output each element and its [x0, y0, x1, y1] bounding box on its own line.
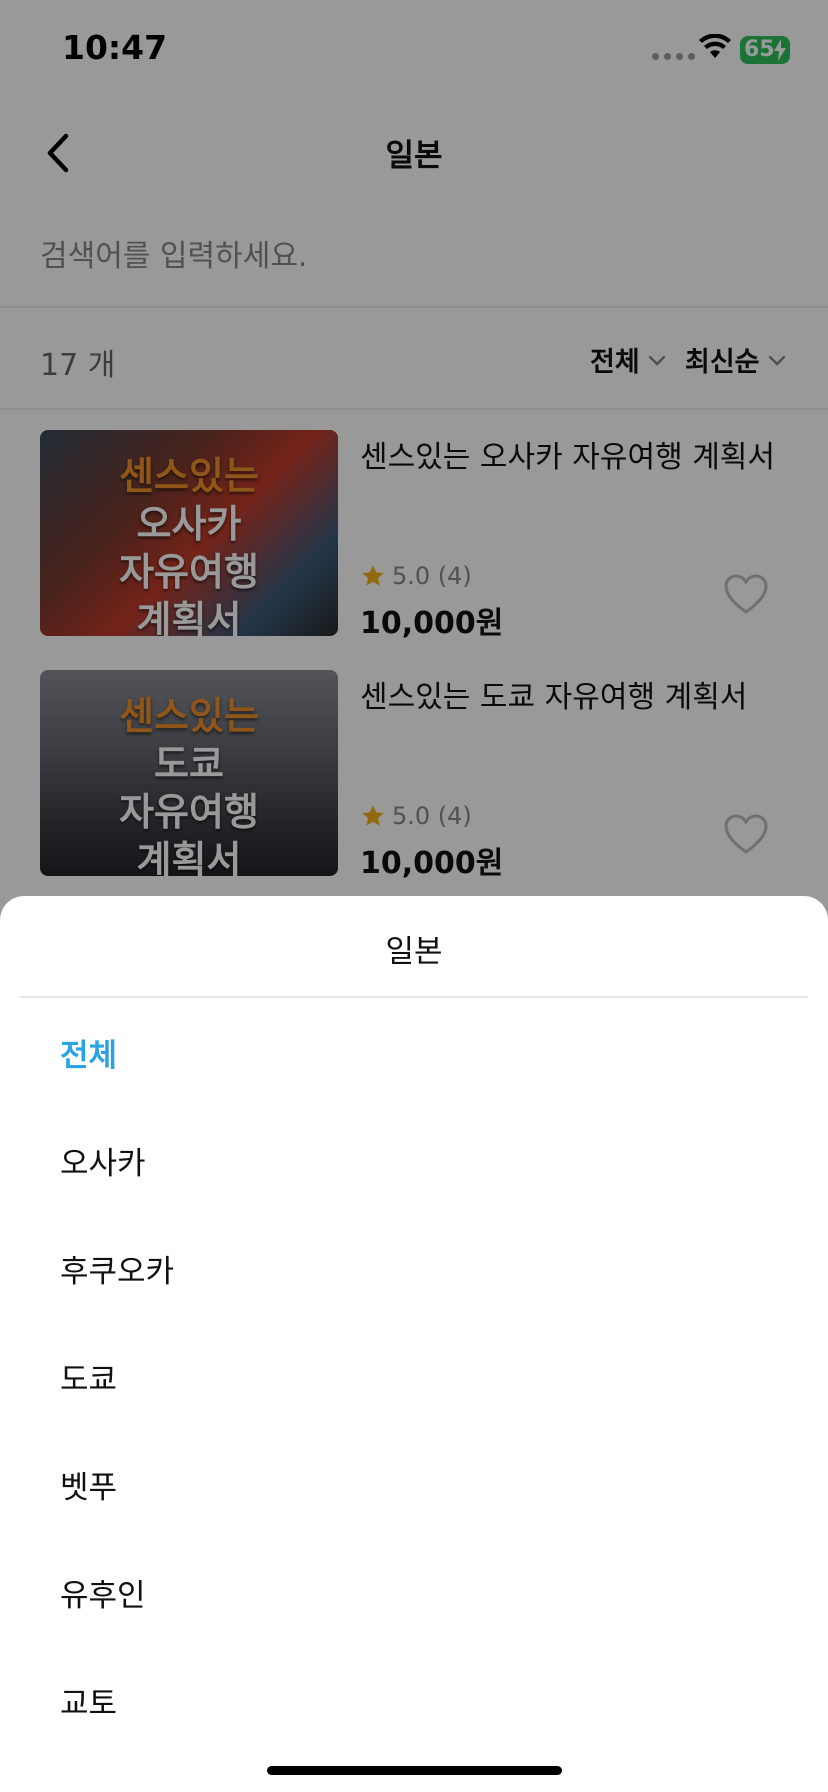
- region-option-all[interactable]: 전체: [60, 1030, 117, 1075]
- region-option-kyoto[interactable]: 교토: [60, 1678, 117, 1723]
- region-option-tokyo[interactable]: 도쿄: [60, 1354, 117, 1399]
- sheet-title: 일본: [385, 934, 443, 970]
- home-indicator: [267, 1766, 562, 1775]
- region-option-fukuoka[interactable]: 후쿠오카: [60, 1246, 174, 1291]
- region-option-beppu[interactable]: 벳푸: [60, 1462, 117, 1507]
- region-option-osaka[interactable]: 오사카: [60, 1138, 146, 1183]
- region-bottom-sheet: 일본 전체 오사카 후쿠오카 도쿄 벳푸 유후인 교토: [0, 896, 828, 1792]
- region-option-yufuin[interactable]: 유후인: [60, 1570, 146, 1615]
- divider: [20, 996, 808, 998]
